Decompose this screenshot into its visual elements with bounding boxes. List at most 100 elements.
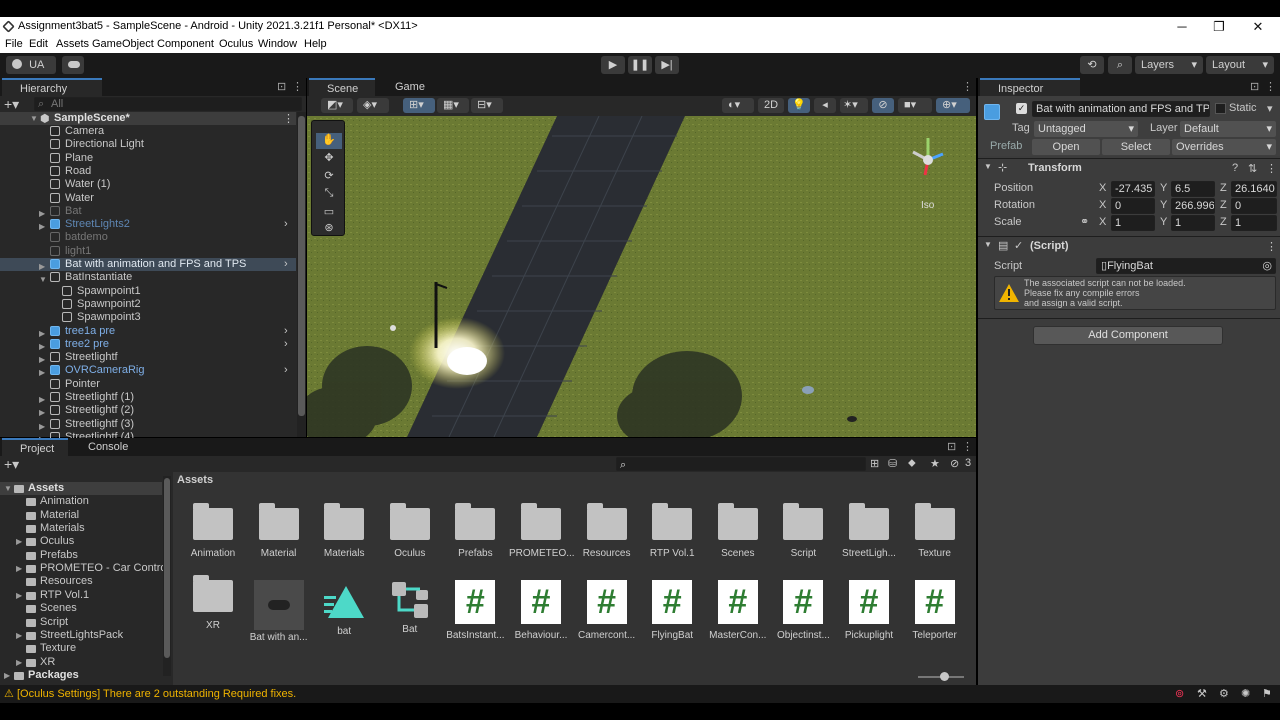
hierarchy-item[interactable]: Road	[0, 165, 296, 178]
project-tree-item[interactable]: Materials	[0, 522, 162, 535]
asset-item[interactable]: Animation	[181, 503, 245, 559]
hierarchy-search-input[interactable]: ⌕ All	[34, 97, 302, 111]
auto-generate-lighting-icon[interactable]: ✺	[1241, 687, 1250, 700]
hierarchy-scrollbar[interactable]	[297, 112, 306, 437]
scale-z-field[interactable]: 1	[1231, 215, 1277, 231]
chevron-down-icon[interactable]: ▾	[1267, 102, 1273, 115]
hierarchy-item[interactable]: ▶ Bat with animation and FPS and TPS ›	[0, 258, 296, 271]
grid-button[interactable]: ▦▾	[437, 98, 469, 113]
tab-project[interactable]: Project	[2, 438, 68, 457]
prefab-overrides-dropdown[interactable]: Overrides ▾	[1172, 139, 1276, 155]
hierarchy-item[interactable]: ▶ tree1a pre ›	[0, 325, 296, 338]
prefab-select-button[interactable]: Select	[1102, 139, 1170, 155]
hierarchy-item[interactable]: Spawnpoint1	[0, 285, 296, 298]
asset-item[interactable]: Scenes	[706, 503, 770, 559]
asset-item[interactable]: PROMETEO...	[509, 503, 575, 559]
tab-inspector[interactable]: Inspector	[980, 78, 1080, 97]
lock-icon[interactable]: ⊡	[277, 80, 286, 93]
project-tree-item[interactable]: ▶ XR	[0, 656, 162, 669]
hierarchy-item[interactable]: ▶ tree2 pre ›	[0, 338, 296, 351]
project-tree-item[interactable]: ▼ Assets	[0, 482, 162, 495]
project-tree-item[interactable]: Scenes	[0, 602, 162, 615]
menu-help[interactable]: Help	[304, 38, 327, 50]
hierarchy-item[interactable]: Water	[0, 192, 296, 205]
restore-button[interactable]: ❐	[1204, 19, 1234, 35]
asset-item[interactable]: # Teleporter	[903, 580, 967, 641]
rotation-y-field[interactable]: 266.996	[1171, 198, 1215, 214]
minimize-button[interactable]: ─	[1167, 19, 1197, 35]
more-options-icon[interactable]: ⋮	[292, 80, 303, 93]
hidden-objects-toggle[interactable]: ⊘	[872, 98, 894, 113]
move-tool-button[interactable]: ✥	[316, 151, 342, 167]
history-button[interactable]: ⟲	[1080, 56, 1104, 74]
hierarchy-item[interactable]: ▶ Bat	[0, 205, 296, 218]
hierarchy-item[interactable]: Spawnpoint3	[0, 311, 296, 324]
expand-arrow-icon[interactable]: ▶	[16, 535, 22, 548]
menu-component[interactable]: Component	[157, 38, 214, 50]
hierarchy-item[interactable]: ▼ BatInstantiate	[0, 271, 296, 284]
script-component-header[interactable]: ▼ ▤ ✓ (Script) ⋮	[978, 236, 1280, 254]
position-y-field[interactable]: 6.5	[1171, 181, 1215, 197]
hierarchy-item[interactable]: ▶ StreetLights2 ›	[0, 218, 296, 231]
asset-item[interactable]: StreetLigh...	[837, 503, 901, 559]
hierarchy-item[interactable]: Water (1)	[0, 178, 296, 191]
more-options-icon[interactable]: ⋮	[1266, 162, 1277, 175]
scale-y-field[interactable]: 1	[1171, 215, 1215, 231]
asset-item[interactable]: XR	[181, 575, 245, 631]
transform-header[interactable]: ▼ ⊹ Transform ? ⇅ ⋮	[978, 158, 1280, 176]
effects-dropdown[interactable]: ✶▾	[840, 98, 868, 113]
add-object-button[interactable]: +▾	[4, 96, 19, 113]
project-tree-item[interactable]: ▶ PROMETEO - Car Control	[0, 562, 169, 575]
expand-arrow-icon[interactable]: ▼	[30, 114, 38, 123]
scene-viewport[interactable]: ✋ ✥ ⟳ ⤡ ▭ ⊛ Iso	[307, 116, 976, 437]
project-tree-item[interactable]: ▶ Oculus	[0, 535, 162, 548]
breadcrumb[interactable]: Assets	[177, 474, 213, 486]
shading-dropdown[interactable]: ◈▾	[357, 98, 389, 113]
project-tree-item[interactable]: ▶ RTP Vol.1	[0, 589, 162, 602]
menu-window[interactable]: Window	[258, 38, 297, 50]
expand-arrow-icon[interactable]: ▶	[16, 629, 22, 642]
active-checkbox[interactable]: ✓	[1016, 103, 1027, 114]
hierarchy-item[interactable]: Directional Light	[0, 138, 296, 151]
debug-mode-icon[interactable]: ⚑	[1262, 687, 1272, 700]
project-tree-item[interactable]: Script	[0, 616, 162, 629]
camera-settings-dropdown[interactable]: ■▾	[898, 98, 932, 113]
asset-item[interactable]: # FlyingBat	[640, 580, 704, 641]
prefab-open-button[interactable]: Open	[1032, 139, 1100, 155]
lock-icon[interactable]: ⊡	[947, 440, 956, 453]
rotation-x-field[interactable]: 0	[1111, 198, 1155, 214]
expand-arrow-icon[interactable]: ▶	[16, 562, 22, 575]
asset-item[interactable]: Materials	[312, 503, 376, 559]
asset-item[interactable]: # Behaviour...	[509, 580, 573, 641]
target-icon[interactable]: ◎	[1262, 259, 1272, 273]
label-filter-icon[interactable]: ⬥	[908, 457, 916, 470]
zoom-slider[interactable]	[918, 672, 964, 681]
pause-button[interactable]: ❚❚	[628, 56, 652, 74]
project-tree-item[interactable]: Animation	[0, 495, 162, 508]
account-dropdown[interactable]: UA ▾	[6, 56, 56, 89]
hierarchy-item[interactable]: ▶ Streetlightf (3)	[0, 418, 296, 431]
close-button[interactable]: ✕	[1243, 19, 1273, 35]
search-button[interactable]: ⌕	[1108, 56, 1132, 74]
project-tree-item[interactable]: ▶ StreetLightsPack	[0, 629, 162, 642]
hierarchy-item[interactable]: Pointer	[0, 378, 296, 391]
progress-icon[interactable]: ⚙	[1219, 687, 1229, 700]
layers-dropdown[interactable]: Layers ▾	[1135, 56, 1203, 74]
help-icon[interactable]: ?	[1232, 162, 1238, 174]
project-search-input[interactable]: ⌕	[616, 457, 866, 471]
layout-dropdown[interactable]: Layout ▾	[1206, 56, 1274, 74]
menu-file[interactable]: File	[5, 38, 23, 50]
increment-snap-button[interactable]: ⊟▾	[471, 98, 503, 113]
menu-assets[interactable]: Assets	[56, 38, 89, 50]
draw-mode-dropdown[interactable]: ◩▾	[321, 98, 353, 113]
asset-item[interactable]: # Camercont...	[575, 580, 639, 641]
hierarchy-item[interactable]: ▶ Streetlightf	[0, 351, 296, 364]
collapse-arrow-icon[interactable]: ▼	[4, 482, 12, 495]
asset-item[interactable]: Material	[247, 503, 311, 559]
camera-mode-dropdown[interactable]: ◐▾	[722, 98, 754, 113]
tab-game[interactable]: Game	[377, 78, 437, 97]
more-options-icon[interactable]: ⋮	[1265, 80, 1276, 93]
asset-item[interactable]: # MasterCon...	[706, 580, 770, 641]
add-component-button[interactable]: Add Component	[1033, 326, 1223, 345]
hierarchy-item[interactable]: ▶ OVRCameraRig ›	[0, 364, 296, 377]
